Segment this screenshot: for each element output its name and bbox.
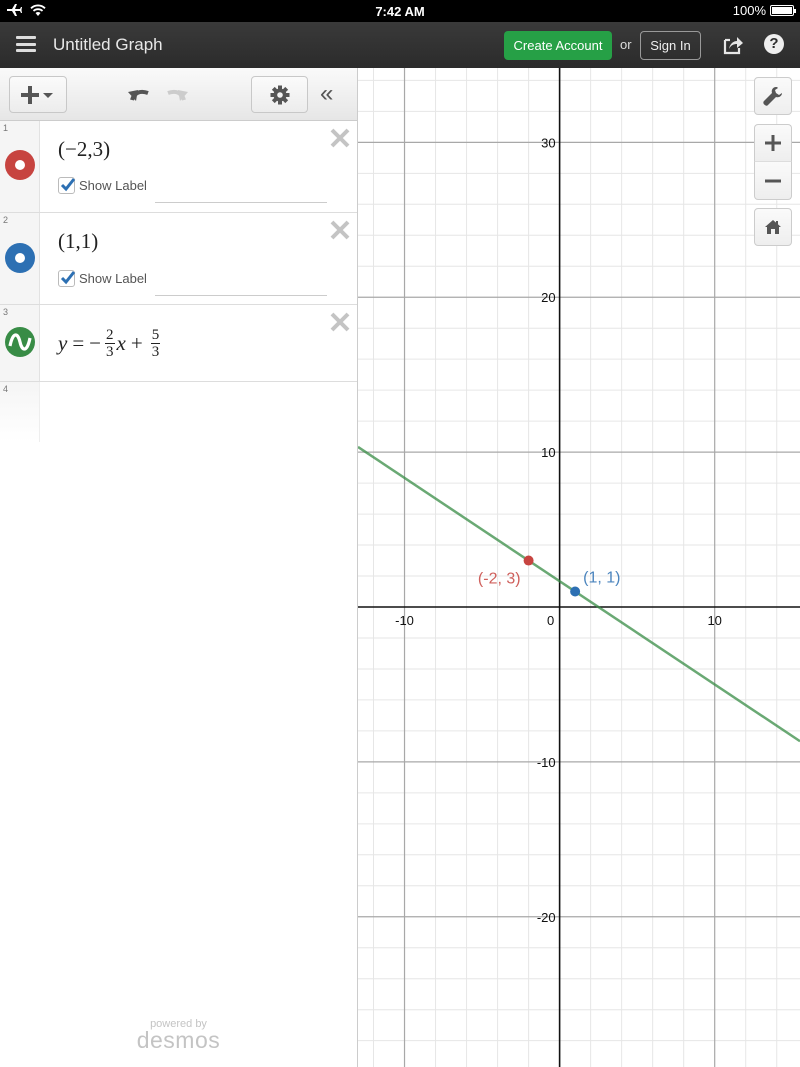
expression-list: 1 (−2,3) Show Label 2 (1,1) Show Label 3… [0,121,357,442]
expression-gutter: 1 [0,121,40,212]
desmos-logo: desmos [136,1027,221,1053]
wrench-icon [763,87,782,106]
graph-settings-button[interactable] [754,77,792,115]
minus-icon [765,179,781,182]
graph-title[interactable]: Untitled Graph [53,35,163,55]
x-tick-label: 0 [547,613,554,628]
expression-math[interactable]: (1,1) [58,229,98,254]
label-input[interactable] [155,276,327,296]
default-viewport-button[interactable] [754,208,792,246]
math-fraction-coefficient: 2 3 [105,327,115,360]
expression-panel: « 1 (−2,3) Show Label 2 (1,1) Show Label… [0,68,358,1067]
expression-gutter: 3 [0,305,40,381]
delete-expression-icon[interactable] [329,219,351,241]
expression-gutter: 2 [0,213,40,304]
status-bar: 7:42 AM 100% [0,0,800,22]
status-right: 100% [732,3,796,18]
help-icon[interactable]: ? [764,34,784,54]
math-fraction-constant: 5 3 [150,327,161,360]
battery-fill [772,7,792,14]
expression-index: 1 [3,123,9,133]
point-label: (1, 1) [583,570,620,587]
expression-item[interactable]: 1 (−2,3) Show Label [0,121,357,213]
status-time: 7:42 AM [375,4,425,19]
expression-index: 2 [3,215,9,225]
show-label-text: Show Label [79,271,147,286]
expression-math[interactable]: y = − 2 3 x + 5 3 [58,327,162,360]
graph-canvas[interactable]: -10 0 10 30 20 10 -10 -20 (-2, 3) (1, 1) [358,68,800,1067]
app-header: Untitled Graph Create Account or Sign In… [0,22,800,68]
menu-icon[interactable] [16,36,36,52]
create-account-button[interactable]: Create Account [504,31,612,60]
y-tick-label: 20 [541,290,555,305]
battery-percent: 100% [732,3,766,18]
empty-expression-item[interactable]: 4 [0,382,357,442]
math-plus: + [130,331,143,355]
add-item-button[interactable] [9,76,67,113]
data-point [523,555,534,566]
math-lhs: y [58,331,68,355]
show-label-text: Show Label [79,178,147,193]
checkmark-icon [60,178,76,192]
major-gridlines [358,68,800,1067]
share-icon[interactable] [722,34,744,56]
tick-labels: -10 0 10 30 20 10 -10 -20 [395,135,722,924]
math-variable: x [116,331,126,355]
delete-expression-icon[interactable] [329,127,351,149]
expression-gutter: 4 [0,382,40,442]
delete-expression-icon[interactable] [329,311,351,333]
show-label-toggle[interactable]: Show Label [58,177,147,194]
expression-toolbar: « [0,68,357,121]
y-tick-label: 10 [541,445,555,460]
point-label: (-2, 3) [478,571,521,588]
plus-dropdown-icon [21,85,53,104]
zoom-in-button[interactable] [754,124,792,162]
gear-icon [270,85,289,104]
expression-index: 3 [3,307,9,317]
fraction-numerator: 5 [150,327,161,344]
settings-button[interactable] [251,76,308,113]
fraction-denominator: 3 [151,344,160,360]
math-minus: − [89,331,102,355]
redo-icon[interactable] [162,84,188,104]
y-tick-label: -10 [537,755,556,770]
y-tick-label: 30 [541,135,555,150]
data-point [570,586,581,597]
x-tick-label: -10 [395,613,414,628]
or-text: or [620,37,632,52]
point-color-icon[interactable] [5,243,35,273]
home-icon [765,220,781,234]
expression-item[interactable]: 2 (1,1) Show Label [0,213,357,305]
expression-index: 4 [3,384,9,394]
fraction-denominator: 3 [106,344,114,360]
math-equals: = [72,331,85,355]
fraction-numerator: 2 [105,327,115,344]
label-input[interactable] [155,183,327,203]
checkmark-icon [60,271,76,285]
expression-item[interactable]: 3 y = − 2 3 x + 5 3 [0,305,357,382]
expression-math[interactable]: (−2,3) [58,137,110,162]
undo-icon[interactable] [128,84,154,104]
plot-series: (-2, 3) (1, 1) [358,445,800,743]
sign-in-button[interactable]: Sign In [640,31,701,60]
zoom-out-button[interactable] [754,162,792,200]
y-tick-label: -20 [537,910,556,925]
collapse-panel-button[interactable]: « [320,82,333,106]
show-label-checkbox[interactable] [58,270,76,287]
battery-icon [770,5,796,16]
plus-icon [765,135,781,151]
show-label-toggle[interactable]: Show Label [58,270,147,287]
show-label-checkbox[interactable] [58,177,76,194]
powered-by-desmos[interactable]: powered by desmos [0,1018,357,1054]
point-color-icon[interactable] [5,150,35,180]
x-tick-label: 10 [707,613,721,628]
graph-wave-icon[interactable] [5,327,35,357]
graph-svg[interactable]: -10 0 10 30 20 10 -10 -20 (-2, 3) (1, 1) [358,68,800,1067]
